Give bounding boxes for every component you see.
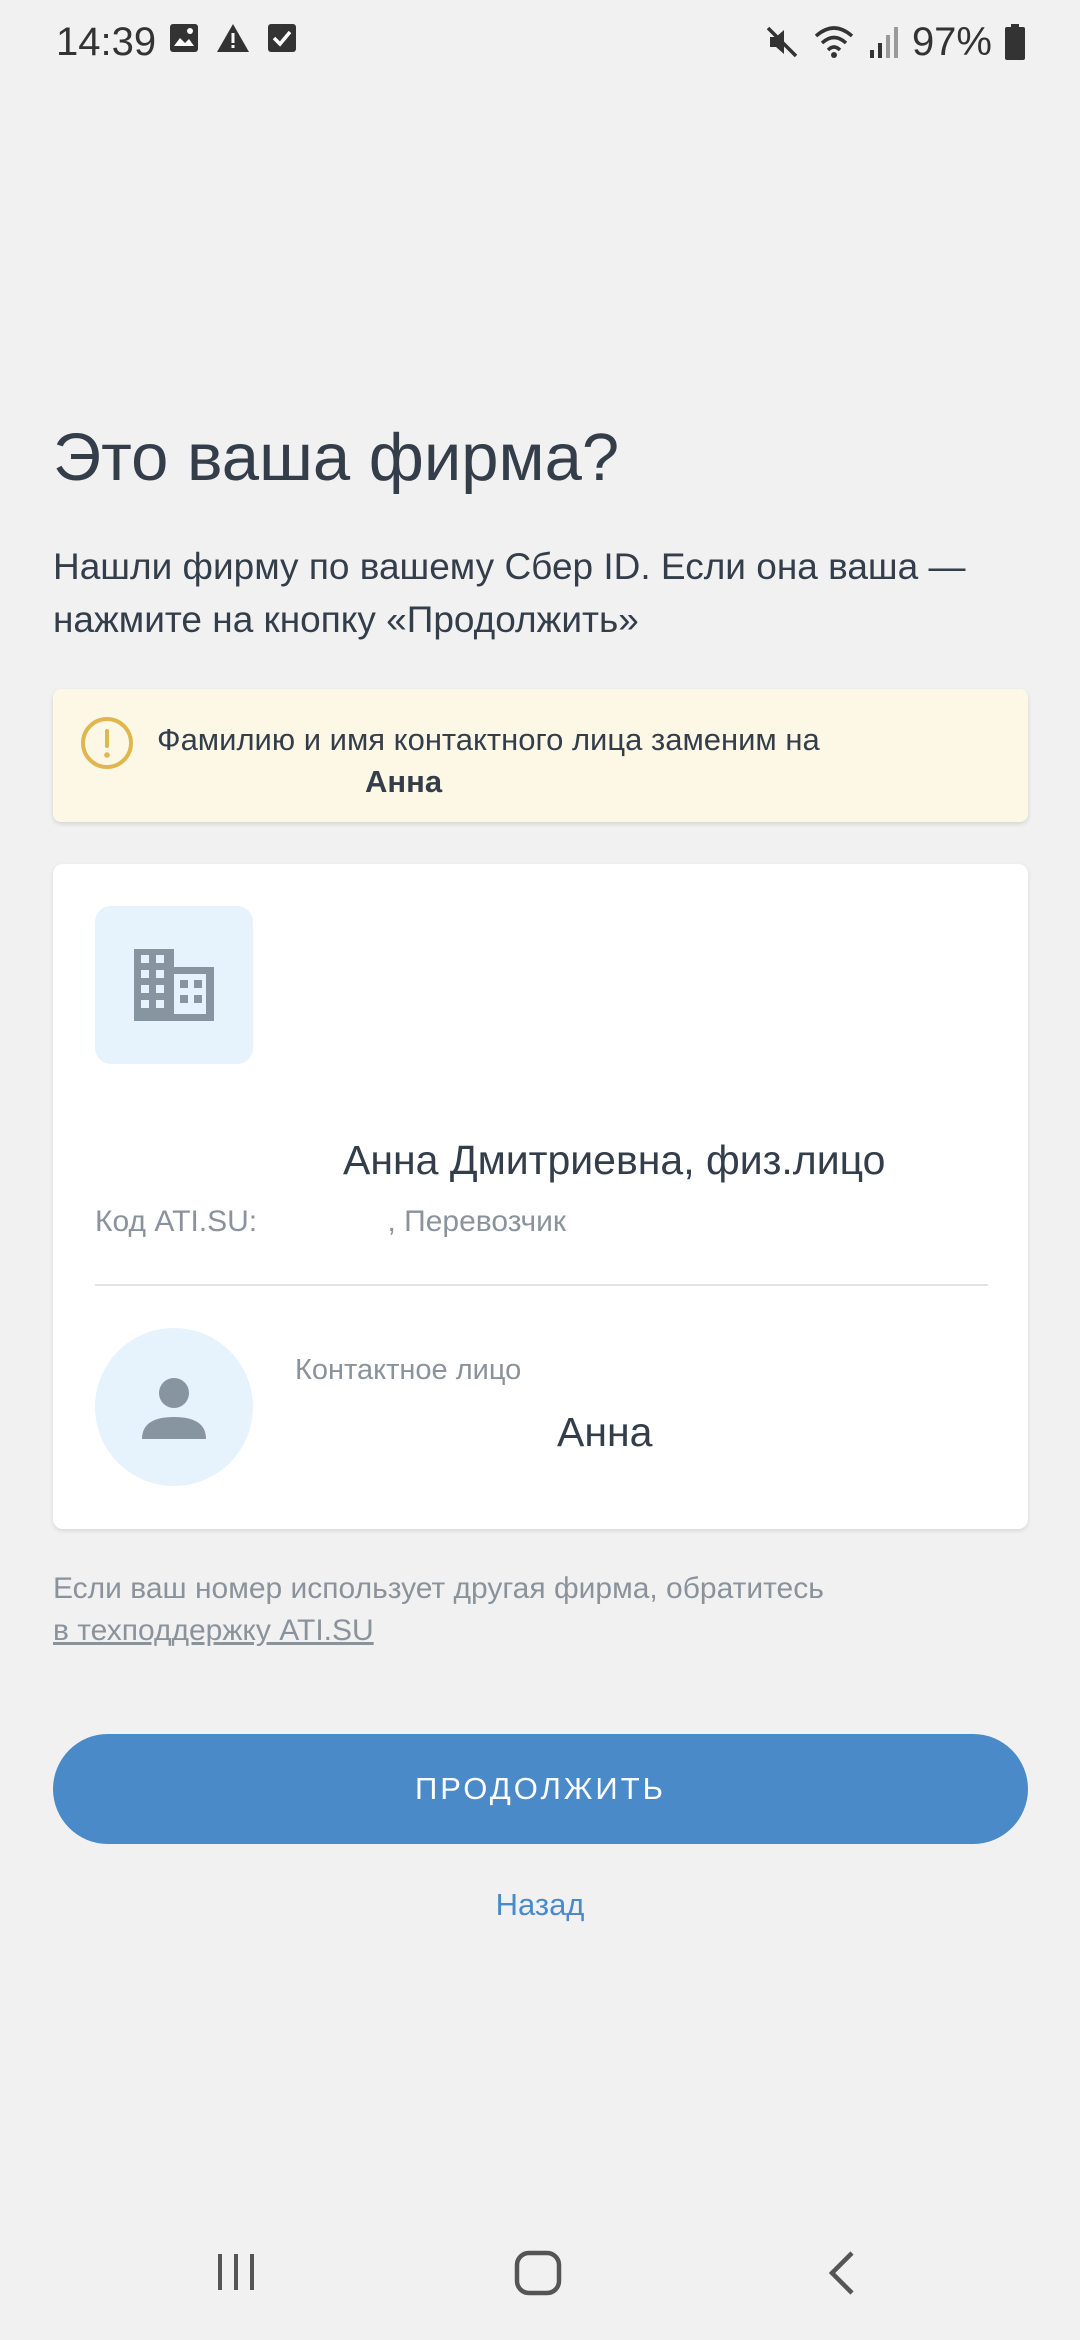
company-avatar bbox=[95, 906, 253, 1064]
support-link[interactable]: в техподдержку ATI.SU bbox=[53, 1610, 374, 1652]
navigation-bar bbox=[0, 2230, 1080, 2340]
battery-icon bbox=[1005, 24, 1025, 60]
contact-name-visible: Анна bbox=[557, 1409, 653, 1455]
support-text: Если ваш номер использует другая фирма, … bbox=[53, 1572, 824, 1605]
contact-avatar bbox=[95, 1328, 253, 1486]
divider bbox=[95, 1284, 988, 1286]
page-subtitle: Нашли фирму по вашему Сбер ID. Если она … bbox=[53, 546, 966, 640]
back-icon[interactable] bbox=[824, 2250, 858, 2296]
status-time: 14:39 bbox=[56, 20, 157, 64]
warning-icon bbox=[217, 24, 249, 52]
status-notification-icons bbox=[168, 22, 298, 54]
contact-label: Контактное лицо bbox=[295, 1354, 522, 1386]
recents-icon[interactable] bbox=[214, 2250, 258, 2294]
person-icon bbox=[142, 1378, 206, 1439]
contact-name: Анна bbox=[295, 1406, 995, 1458]
warning-new-name: Анна bbox=[365, 764, 443, 799]
company-card: Анна Дмитриевна, физ.лицо Код ATI.SU: , … bbox=[53, 864, 1028, 1529]
continue-button[interactable]: ПРОДОЛЖИТЬ bbox=[53, 1734, 1028, 1844]
exclamation-circle-icon bbox=[81, 717, 133, 769]
mute-icon bbox=[766, 26, 798, 58]
redacted-text bbox=[95, 1143, 343, 1184]
battery-percent: 97% bbox=[911, 20, 992, 64]
warning-text: Фамилию и имя контактного лица заменим н… bbox=[157, 722, 820, 757]
company-name: Анна Дмитриевна, физ.лицо bbox=[95, 1134, 995, 1186]
back-link[interactable]: Назад bbox=[0, 1884, 1080, 1926]
building-icon bbox=[134, 949, 214, 1021]
wifi-icon bbox=[814, 26, 854, 58]
name-change-warning: Фамилию и имя контактного лица заменим н… bbox=[53, 689, 1028, 822]
image-icon bbox=[170, 24, 198, 52]
support-note: Если ваш номер использует другая фирма, … bbox=[53, 1568, 1033, 1652]
home-icon[interactable] bbox=[514, 2250, 562, 2296]
status-bar: 14:39 97% bbox=[0, 0, 1080, 84]
company-code: Код ATI.SU: , Перевозчик bbox=[95, 1202, 566, 1242]
screen: 14:39 97% Это ваша фирма? Нашли фирму по… bbox=[0, 0, 1080, 2340]
checkbox-icon bbox=[268, 24, 296, 52]
redacted-text bbox=[265, 1208, 388, 1239]
redacted-text bbox=[295, 1415, 557, 1456]
status-system-icons: 97% bbox=[764, 18, 1026, 66]
page-title: Это ваша фирма? bbox=[53, 420, 620, 495]
company-role: , Перевозчик bbox=[387, 1205, 566, 1238]
signal-icon bbox=[869, 27, 898, 58]
ati-code-label: Код ATI.SU: bbox=[95, 1205, 258, 1238]
company-name-visible: Анна Дмитриевна, физ.лицо bbox=[343, 1137, 886, 1183]
